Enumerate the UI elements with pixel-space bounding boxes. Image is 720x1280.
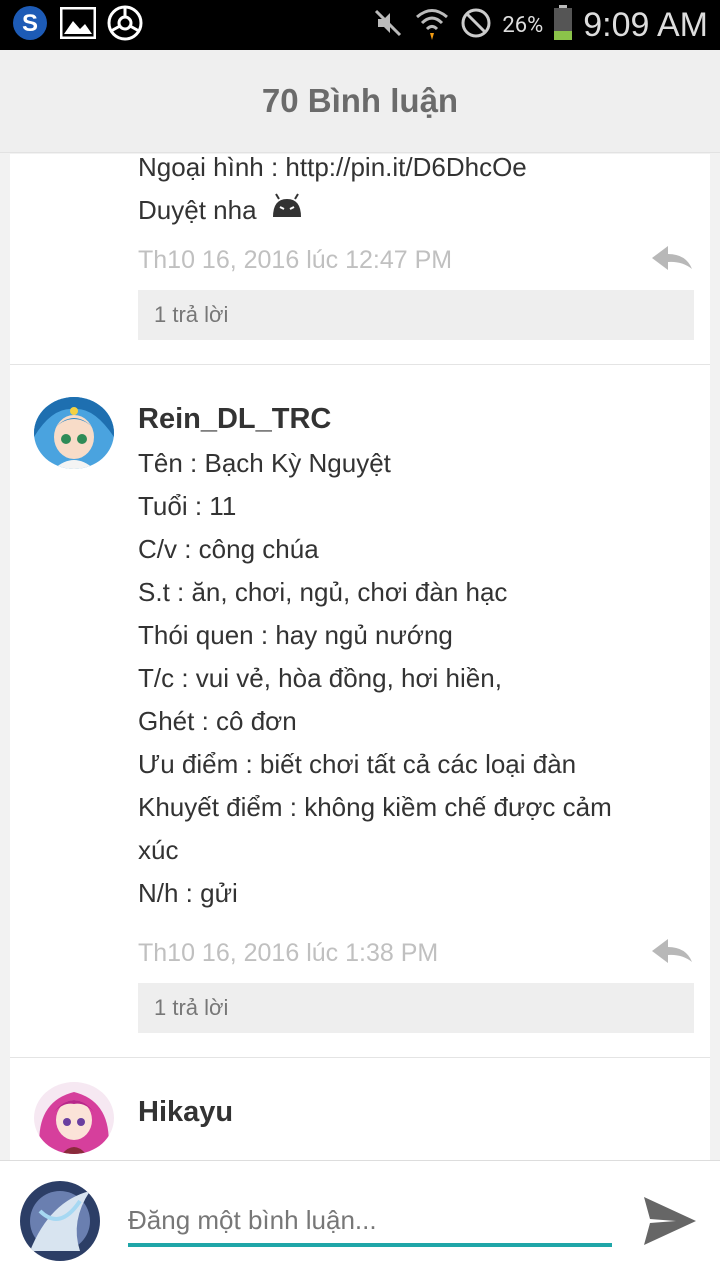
page-title: 70 Bình luận <box>261 82 459 119</box>
comment-author[interactable]: Hikayu <box>138 1096 694 1129</box>
battery-icon <box>553 5 573 45</box>
comment-text-line: T/c : vui vẻ, hòa đồng, hơi hiền, <box>138 663 502 693</box>
comment-text-line: Ghét : cô đơn <box>138 706 297 736</box>
comment-text-line: Khuyết điểm : không kiềm chế được cảm <box>138 792 612 822</box>
comment-item: Hikayu <box>10 1058 710 1160</box>
s-app-icon: S <box>10 3 50 47</box>
comment-input[interactable]: Đăng một bình luận... <box>128 1197 612 1247</box>
comment-text-line: Duyệt nha <box>138 189 694 232</box>
comment-text-line: Tuổi : 11 <box>138 491 237 521</box>
comment-text-line: xúc <box>138 835 179 865</box>
comment-text-line: Ưu điểm : biết chơi tất cả các loại đàn <box>138 749 577 779</box>
comment-text-line: Tên : Bạch Kỳ Nguyệt <box>138 448 391 478</box>
avatar[interactable] <box>34 397 114 469</box>
reply-icon[interactable] <box>650 937 694 969</box>
comment-timestamp: Th10 16, 2016 lúc 12:47 PM <box>138 245 453 274</box>
avatar[interactable] <box>34 1082 114 1154</box>
reply-icon[interactable] <box>650 244 694 276</box>
comments-header: 70 Bình luận <box>0 50 720 153</box>
comment-list[interactable]: Ngoại hình : http://pin.it/D6DhcOe Duyệt… <box>10 154 710 1160</box>
gallery-icon <box>59 6 97 43</box>
status-bar: S 26% 9:09 AM <box>0 0 720 50</box>
android-emoji-icon <box>271 189 303 232</box>
clock: 9:09 AM <box>583 5 708 44</box>
mute-icon <box>372 7 404 43</box>
no-signal-icon <box>460 7 492 43</box>
wifi-icon <box>414 5 450 45</box>
chrome-icon <box>106 4 144 46</box>
comment-composer: Đăng một bình luận... <box>0 1160 720 1280</box>
send-icon[interactable] <box>640 1191 700 1251</box>
replies-button[interactable]: 1 trả lời <box>138 290 694 340</box>
comment-timestamp: Th10 16, 2016 lúc 1:38 PM <box>138 938 439 967</box>
svg-text:S: S <box>22 10 38 37</box>
comment-author[interactable]: Rein_DL_TRC <box>138 403 694 436</box>
comment-text-line: C/v : công chúa <box>138 534 319 564</box>
comment-text-line: Thói quen : hay ngủ nướng <box>138 620 453 650</box>
comment-text-line: Ngoại hình : http://pin.it/D6DhcOe <box>138 154 527 182</box>
comment-text: Duyệt nha <box>138 195 257 225</box>
comment-text-line: N/h : gửi <box>138 878 238 908</box>
comment-text-line: S.t : ăn, chơi, ngủ, chơi đàn hạc <box>138 577 508 607</box>
replies-button[interactable]: 1 trả lời <box>138 983 694 1033</box>
comment-item: Rein_DL_TRC Tên : Bạch Kỳ Nguyệt Tuổi : … <box>10 365 710 1058</box>
comment-item: Ngoại hình : http://pin.it/D6DhcOe Duyệt… <box>10 154 710 365</box>
current-user-avatar <box>20 1181 100 1261</box>
battery-percent: 26% <box>502 12 544 38</box>
